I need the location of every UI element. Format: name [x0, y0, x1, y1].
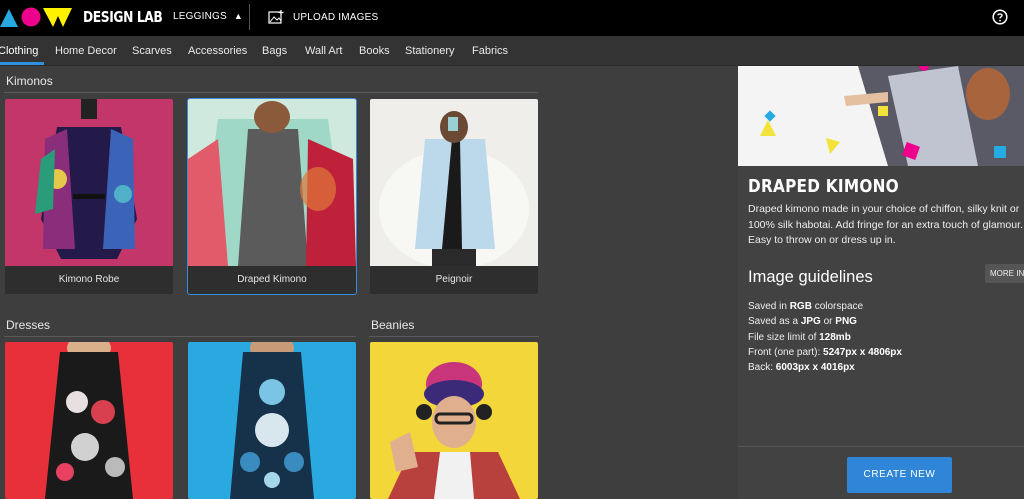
product-card-kimono-robe[interactable]: Kimono Robe [5, 99, 173, 294]
peignoir-image [370, 99, 538, 266]
image-guidelines-title: Image guidelines [748, 268, 873, 286]
logo-icon[interactable] [0, 6, 72, 28]
product-card-peignoir[interactable]: Peignoir [370, 99, 538, 294]
product-card-dress-2[interactable] [188, 342, 356, 499]
tab-fabrics[interactable]: Fabrics [472, 45, 508, 57]
section-divider [4, 336, 356, 337]
help-icon[interactable] [992, 9, 1008, 25]
upload-images-button[interactable]: UPLOAD IMAGES [268, 8, 378, 26]
section-title-kimonos: Kimonos [6, 74, 53, 88]
tab-bags[interactable]: Bags [262, 45, 287, 57]
divider [249, 4, 250, 30]
product-dropdown-label: LEGGINGS [173, 11, 227, 22]
create-new-button[interactable]: CREATE NEW [847, 457, 952, 493]
product-card-draped-kimono[interactable]: Draped Kimono [187, 98, 357, 295]
top-bar: DESIGN LAB LEGGINGS ▲ UPLOAD IMAGES [0, 0, 1024, 36]
product-grid: Kimonos Kimono Robe Draped Kimono Peigno… [0, 66, 738, 499]
tab-books[interactable]: Books [359, 45, 390, 57]
upload-images-label: UPLOAD IMAGES [293, 11, 379, 23]
card-label: Kimono Robe [5, 266, 173, 294]
tab-clothing[interactable]: Clothing [0, 45, 38, 57]
guideline-item: Back: 6003px x 4016px [748, 362, 855, 374]
dress-image [188, 342, 356, 499]
tab-home-decor[interactable]: Home Decor [55, 45, 117, 57]
section-title-beanies: Beanies [371, 318, 415, 332]
image-guidelines-list: Saved in RGB colorspace Saved as a JPG o… [748, 299, 902, 375]
tab-scarves[interactable]: Scarves [132, 45, 172, 57]
brand-name: DESIGN LAB [83, 8, 163, 26]
section-divider [369, 336, 539, 337]
product-detail-panel: DRAPED KIMONO Draped kimono made in your… [738, 66, 1024, 499]
guideline-item: Saved in RGB colorspace [748, 301, 864, 312]
beanie-image [370, 342, 538, 499]
dress-image [5, 342, 173, 499]
more-info-button[interactable]: MORE INFO [985, 264, 1024, 283]
section-title-dresses: Dresses [6, 318, 51, 332]
tab-accessories[interactable]: Accessories [188, 45, 247, 57]
guideline-item: File size limit of 128mb [748, 331, 851, 343]
caret-up-icon: ▲ [233, 11, 243, 21]
product-title: DRAPED KIMONO [748, 176, 899, 197]
product-card-beanie[interactable] [370, 342, 538, 499]
product-card-dress-1[interactable] [5, 342, 173, 499]
category-nav: Clothing Home Decor Scarves Accessories … [0, 36, 1024, 66]
tab-stationery[interactable]: Stationery [405, 45, 455, 57]
card-label: Peignoir [370, 266, 538, 294]
card-label: Draped Kimono [188, 266, 356, 294]
draped-kimono-image [188, 99, 356, 266]
active-tab-indicator [0, 62, 44, 65]
image-upload-icon [268, 10, 284, 24]
product-dropdown[interactable]: LEGGINGS ▲ [173, 11, 243, 22]
product-hero-image [738, 66, 1024, 166]
guideline-item: Front (one part): 5247px x 4806px [748, 346, 902, 358]
kimono-robe-image [5, 99, 173, 266]
divider [738, 446, 1024, 447]
guideline-item: Saved as a JPG or PNG [748, 316, 857, 328]
product-description: Draped kimono made in your choice of chi… [748, 203, 1023, 246]
section-divider [4, 92, 538, 93]
tab-wall-art[interactable]: Wall Art [305, 45, 343, 57]
